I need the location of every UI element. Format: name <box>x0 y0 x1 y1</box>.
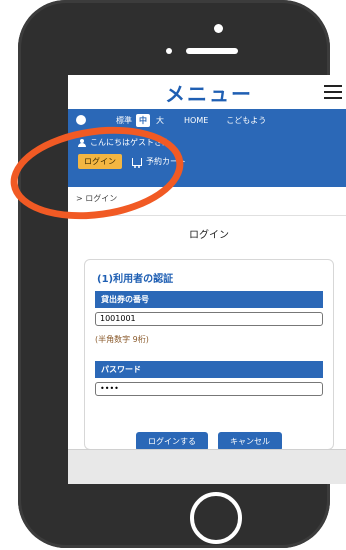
font-size-large[interactable]: 大 <box>156 115 164 126</box>
auth-card: (1)利用者の認証 貸出券の番号 1001001 (半角数字 9桁) パスワード… <box>84 259 334 451</box>
font-size-medium[interactable]: 中 <box>136 113 150 127</box>
library-card-hint: (半角数字 9桁) <box>95 335 149 344</box>
speaker-icon <box>186 48 238 54</box>
phone-top <box>18 0 330 75</box>
account-area: こんにちはゲストさん ログイン 予約カート <box>68 131 346 187</box>
bottom-bar <box>68 449 346 484</box>
library-card-input[interactable]: 1001001 <box>95 312 323 326</box>
auth-title: (1)利用者の認証 <box>97 274 174 285</box>
home-link[interactable]: HOME <box>184 116 208 125</box>
greeting-text: こんにちはゲストさん <box>90 138 170 147</box>
site-icon <box>76 115 86 125</box>
library-card-label: 貸出券の番号 <box>95 291 323 308</box>
cart-icon <box>132 157 142 168</box>
font-size-small[interactable]: 標準 <box>116 115 132 126</box>
account-actions: ログイン 予約カート <box>78 154 340 169</box>
sensor-icon <box>166 48 172 54</box>
phone-frame: メニュー 標準 中 大 HOME こどもよう こんにちはゲストさん ログイン 予… <box>18 0 346 548</box>
app-title: メニュー <box>165 83 253 106</box>
login-button[interactable]: ログイン <box>78 154 122 169</box>
camera-icon <box>214 24 223 33</box>
page-title: ログイン <box>189 230 229 241</box>
user-icon <box>78 138 86 147</box>
top-navigation-bar: 標準 中 大 HOME こどもよう <box>68 109 346 131</box>
greeting: こんにちはゲストさん <box>78 137 340 148</box>
phone-screen: メニュー 標準 中 大 HOME こどもよう こんにちはゲストさん ログイン 予… <box>68 75 346 484</box>
divider <box>68 215 346 216</box>
cart-link[interactable]: 予約カート <box>146 156 186 167</box>
home-button[interactable] <box>190 492 242 544</box>
app-header: メニュー <box>68 75 346 109</box>
menu-icon[interactable] <box>324 85 342 99</box>
password-input[interactable]: •••• <box>95 382 323 396</box>
kids-link[interactable]: こどもよう <box>226 115 266 126</box>
breadcrumb[interactable]: > ログイン <box>68 187 346 209</box>
password-label: パスワード <box>95 361 323 378</box>
